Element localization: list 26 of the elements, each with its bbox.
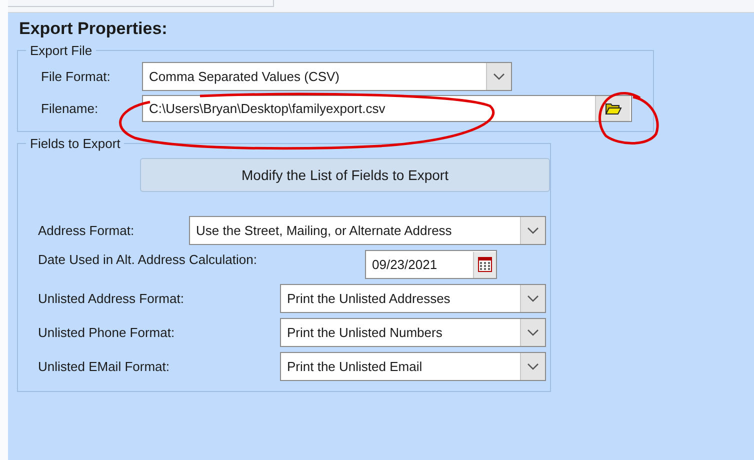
modify-fields-button[interactable]: Modify the List of Fields to Export: [140, 158, 550, 192]
date-field[interactable]: 09/23/2021: [365, 250, 497, 279]
field-label: Unlisted EMail Format:: [37, 359, 170, 374]
section-title: Export Properties:: [19, 19, 168, 39]
field-label: Unlisted Phone Format:: [37, 325, 176, 340]
field-label: Filename:: [40, 101, 100, 116]
chevron-icon: [527, 227, 539, 234]
field-label: File Format:: [40, 69, 112, 84]
field-label: Address Format:: [37, 223, 136, 238]
unlisted-format-dropdown[interactable]: Print the Unlisted Numbers: [280, 318, 546, 347]
folder-icon: [604, 102, 622, 114]
group-label: Fields to Export: [29, 136, 122, 151]
chevron-icon: [527, 363, 539, 370]
calendar-icon: [478, 257, 492, 272]
file-format-dropdown[interactable]: Comma Separated Values (CSV): [142, 62, 512, 91]
unlisted-format-dropdown[interactable]: Print the Unlisted Email: [280, 352, 546, 381]
field-label: Unlisted Address Format:: [37, 291, 185, 306]
chevron-icon: [493, 73, 505, 80]
field-label: Date Used in Alt. Address Calculation:: [37, 251, 258, 267]
address-format-dropdown[interactable]: Use the Street, Mailing, or Alternate Address: [189, 216, 546, 245]
filename-field[interactable]: C:\Users\Bryan\Desktop\familyexport.csv: [142, 95, 632, 122]
group-label: Export File: [29, 43, 94, 58]
chevron-icon: [527, 295, 539, 302]
browse-button[interactable]: [595, 96, 630, 121]
chevron-icon: [527, 329, 539, 336]
unlisted-format-dropdown[interactable]: Print the Unlisted Addresses: [280, 284, 546, 313]
